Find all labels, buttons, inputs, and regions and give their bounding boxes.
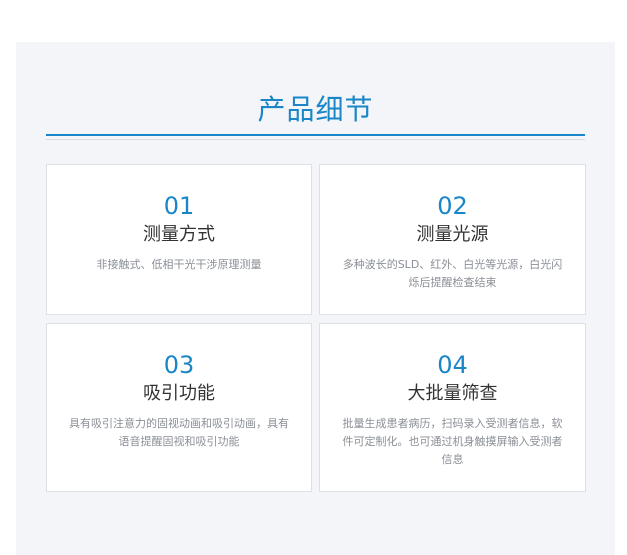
product-details-section: 产品细节 01 测量方式 非接触式、低相干光干涉原理测量 02 测量光源 多种波… <box>16 42 615 555</box>
title-underline <box>46 134 585 136</box>
card-number: 03 <box>163 351 195 379</box>
card-title: 测量方式 <box>143 224 215 245</box>
card-title: 测量光源 <box>416 224 489 245</box>
title-divider <box>46 139 585 140</box>
feature-card-light-source: 02 测量光源 多种波长的SLD、红外、白光等光源，白光闪烁后提醒检查结束 <box>319 164 586 315</box>
feature-card-batch-screening: 04 大批量筛查 批量生成患者病历，扫码录入受测者信息，软件可定制化。也可通过机… <box>319 323 586 492</box>
section-title: 产品细节 <box>257 93 374 126</box>
card-description: 多种波长的SLD、红外、白光等光源，白光闪烁后提醒检查结束 <box>342 258 563 289</box>
card-number: 01 <box>163 192 195 220</box>
card-title: 大批量筛查 <box>407 383 498 404</box>
card-description: 具有吸引注意力的固视动画和吸引动画，具有语音提醒固视和吸引功能 <box>69 417 289 448</box>
card-description: 批量生成患者病历，扫码录入受测者信息，软件可定制化。也可通过机身触摸屏输入受测者… <box>342 417 563 466</box>
card-number: 04 <box>437 351 468 379</box>
card-number: 02 <box>437 192 468 220</box>
feature-card-attraction-function: 03 吸引功能 具有吸引注意力的固视动画和吸引动画，具有语音提醒固视和吸引功能 <box>46 323 312 492</box>
feature-card-measurement-method: 01 测量方式 非接触式、低相干光干涉原理测量 <box>46 164 312 315</box>
card-description: 非接触式、低相干光干涉原理测量 <box>96 258 262 271</box>
card-title: 吸引功能 <box>143 383 215 404</box>
